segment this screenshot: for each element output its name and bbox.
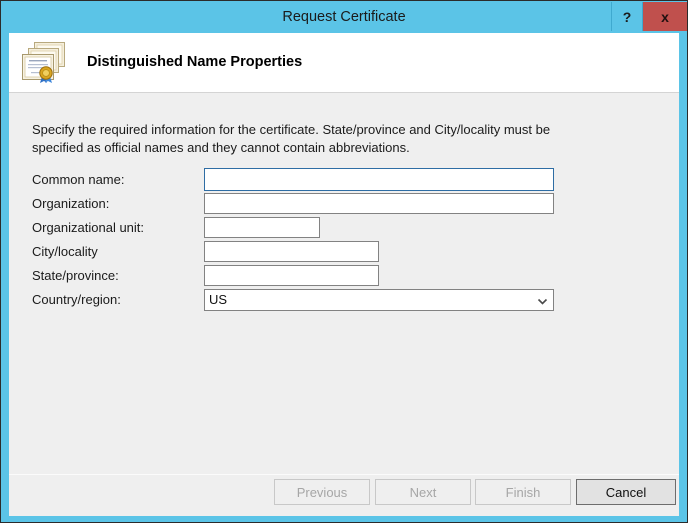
city-locality-input[interactable] <box>204 241 379 262</box>
country-region-select[interactable]: US <box>204 289 554 311</box>
title-bar: Request Certificate ? x <box>1 1 687 33</box>
certificates-icon <box>17 37 71 89</box>
form-row-organizational-unit: Organizational unit: <box>9 217 679 241</box>
organizational-unit-input[interactable] <box>204 217 320 238</box>
label-city-locality: City/locality <box>32 241 98 262</box>
chevron-down-icon <box>537 295 548 306</box>
form-row-country-region: Country/region: US <box>9 289 679 313</box>
close-button[interactable]: x <box>643 2 687 31</box>
state-province-input[interactable] <box>204 265 379 286</box>
dialog-footer: Previous Next Finish Cancel <box>9 474 679 516</box>
dialog-heading: Distinguished Name Properties <box>87 33 302 92</box>
form-row-organization: Organization: <box>9 193 679 217</box>
label-organizational-unit: Organizational unit: <box>32 217 144 238</box>
window-title: Request Certificate <box>1 1 687 33</box>
previous-button[interactable]: Previous <box>274 479 370 505</box>
instructions-text: Specify the required information for the… <box>32 121 602 157</box>
help-button[interactable]: ? <box>611 2 643 31</box>
label-organization: Organization: <box>32 193 109 214</box>
dialog-body: Specify the required information for the… <box>9 93 679 474</box>
request-certificate-dialog: Request Certificate ? x <box>0 0 688 523</box>
label-state-province: State/province: <box>32 265 119 286</box>
cancel-button[interactable]: Cancel <box>576 479 676 505</box>
label-common-name: Common name: <box>32 169 124 190</box>
label-country-region: Country/region: <box>32 289 121 310</box>
next-button[interactable]: Next <box>375 479 471 505</box>
distinguished-name-form: Common name: Organization: Organizationa… <box>9 169 679 313</box>
form-row-city-locality: City/locality <box>9 241 679 265</box>
common-name-input[interactable] <box>204 168 554 191</box>
form-row-state-province: State/province: <box>9 265 679 289</box>
organization-input[interactable] <box>204 193 554 214</box>
dialog-header: Distinguished Name Properties <box>9 33 679 93</box>
form-row-common-name: Common name: <box>9 169 679 193</box>
finish-button[interactable]: Finish <box>475 479 571 505</box>
country-region-value: US <box>209 290 227 310</box>
